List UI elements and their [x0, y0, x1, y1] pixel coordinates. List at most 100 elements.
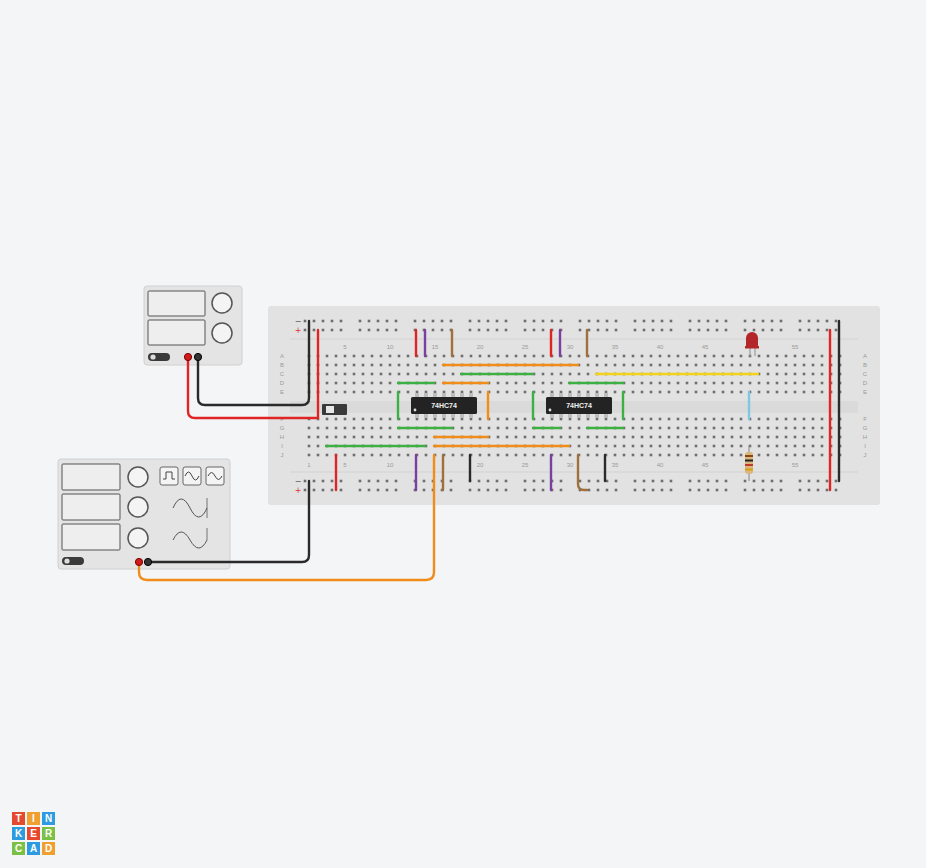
hole[interactable] [632, 445, 635, 448]
hole[interactable] [731, 436, 734, 439]
hole[interactable] [551, 373, 554, 376]
hole[interactable] [686, 364, 689, 367]
hole[interactable] [326, 454, 329, 457]
wire[interactable] [604, 455, 606, 481]
hole[interactable] [407, 436, 410, 439]
ic-chip[interactable]: 74HC74 [411, 393, 477, 418]
wire[interactable] [469, 455, 471, 481]
hole[interactable] [776, 418, 779, 421]
hole[interactable] [596, 445, 599, 448]
hole[interactable] [469, 329, 472, 332]
hole[interactable] [767, 382, 770, 385]
hole[interactable] [551, 382, 554, 385]
hole[interactable] [425, 373, 428, 376]
hole[interactable] [650, 391, 653, 394]
hole[interactable] [821, 436, 824, 439]
hole[interactable] [569, 436, 572, 439]
wire[interactable] [550, 455, 552, 490]
hole[interactable] [704, 364, 707, 367]
circuit-stage[interactable]: −+−+510152025303540455515102025303540455… [0, 0, 926, 868]
hole[interactable] [423, 480, 426, 483]
hole[interactable] [505, 480, 508, 483]
hole[interactable] [812, 427, 815, 430]
hole[interactable] [380, 364, 383, 367]
hole[interactable] [395, 329, 398, 332]
hole[interactable] [353, 364, 356, 367]
hole[interactable] [758, 427, 761, 430]
hole[interactable] [389, 427, 392, 430]
triangle-wave-button[interactable] [206, 467, 224, 485]
wire[interactable] [443, 364, 578, 366]
hole[interactable] [380, 373, 383, 376]
hole[interactable] [652, 480, 655, 483]
hole[interactable] [794, 445, 797, 448]
hole[interactable] [533, 320, 536, 323]
hole[interactable] [596, 436, 599, 439]
hole[interactable] [470, 391, 473, 394]
hole[interactable] [542, 436, 545, 439]
hole[interactable] [407, 454, 410, 457]
wire[interactable] [461, 373, 533, 375]
hole[interactable] [668, 364, 671, 367]
hole[interactable] [569, 418, 572, 421]
hole[interactable] [362, 427, 365, 430]
hole[interactable] [785, 454, 788, 457]
hole[interactable] [362, 355, 365, 358]
hole[interactable] [487, 489, 490, 492]
hole[interactable] [698, 480, 701, 483]
hole[interactable] [767, 427, 770, 430]
hole[interactable] [817, 329, 820, 332]
hole[interactable] [407, 364, 410, 367]
hole[interactable] [803, 418, 806, 421]
hole[interactable] [386, 329, 389, 332]
hole[interactable] [533, 489, 536, 492]
hole[interactable] [487, 480, 490, 483]
hole[interactable] [335, 427, 338, 430]
hole[interactable] [713, 382, 716, 385]
hole[interactable] [614, 418, 617, 421]
hole[interactable] [670, 489, 673, 492]
hole[interactable] [395, 320, 398, 323]
hole[interactable] [533, 329, 536, 332]
hole[interactable] [425, 436, 428, 439]
hole[interactable] [704, 445, 707, 448]
hole[interactable] [335, 418, 338, 421]
hole[interactable] [479, 454, 482, 457]
hole[interactable] [506, 436, 509, 439]
offset-knob[interactable] [128, 528, 148, 548]
resistor[interactable] [745, 446, 753, 481]
hole[interactable] [780, 329, 783, 332]
hole[interactable] [344, 454, 347, 457]
hole[interactable] [380, 391, 383, 394]
positive-terminal[interactable] [135, 558, 142, 565]
hole[interactable] [331, 329, 334, 332]
hole[interactable] [677, 427, 680, 430]
hole[interactable] [695, 391, 698, 394]
amplitude-knob[interactable] [128, 497, 148, 517]
hole[interactable] [368, 329, 371, 332]
hole[interactable] [425, 418, 428, 421]
hole[interactable] [505, 320, 508, 323]
hole[interactable] [821, 418, 824, 421]
hole[interactable] [731, 355, 734, 358]
hole[interactable] [588, 480, 591, 483]
hole[interactable] [353, 391, 356, 394]
hole[interactable] [335, 391, 338, 394]
hole[interactable] [416, 418, 419, 421]
hole[interactable] [326, 382, 329, 385]
hole[interactable] [326, 391, 329, 394]
hole[interactable] [389, 391, 392, 394]
hole[interactable] [698, 489, 701, 492]
hole[interactable] [623, 355, 626, 358]
hole[interactable] [313, 329, 316, 332]
hole[interactable] [785, 436, 788, 439]
hole[interactable] [461, 355, 464, 358]
hole[interactable] [371, 418, 374, 421]
hole[interactable] [686, 391, 689, 394]
wire[interactable] [596, 373, 758, 375]
wire[interactable] [550, 330, 552, 356]
negative-terminal[interactable] [194, 353, 201, 360]
hole[interactable] [753, 320, 756, 323]
hole[interactable] [812, 364, 815, 367]
hole[interactable] [749, 382, 752, 385]
